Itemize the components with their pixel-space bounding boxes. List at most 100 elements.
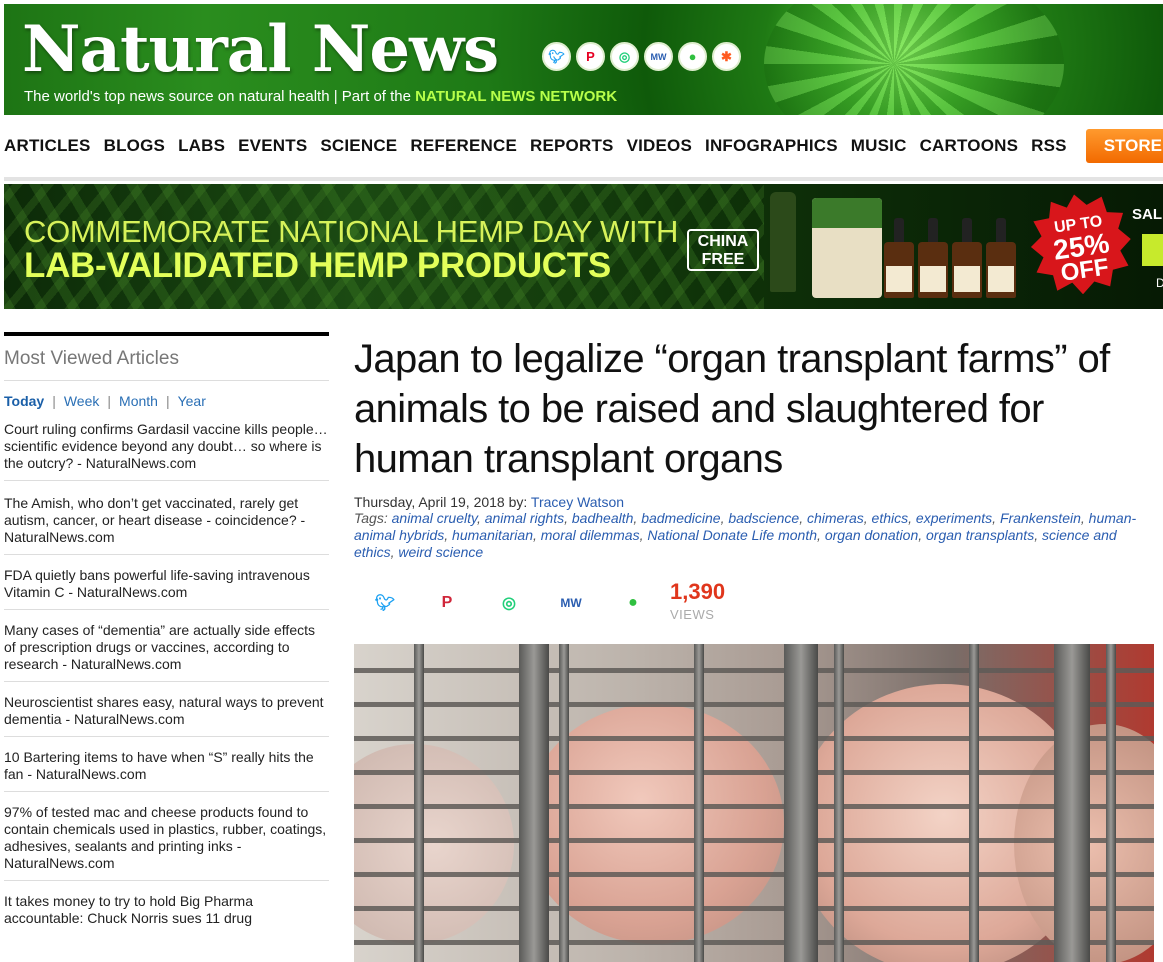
tag-separator: , <box>908 510 916 526</box>
hemp-ad-banner[interactable]: COMMEMORATE NATIONAL HEMP DAY WITH LAB-V… <box>4 184 1163 309</box>
network-link[interactable]: NATURAL NEWS NETWORK <box>415 88 617 105</box>
ad-sale-text: SAL <box>1132 206 1162 223</box>
hemp-oil-bottle-image <box>770 192 796 292</box>
most-viewed-article[interactable]: 10 Bartering items to have when “S” real… <box>4 737 329 792</box>
nav-music[interactable]: MUSIC <box>851 136 907 156</box>
article: Japan to legalize “organ transplant farm… <box>354 334 1154 623</box>
ad-product-images <box>766 192 1024 304</box>
tab-today[interactable]: Today <box>4 393 44 409</box>
header-social-icons: 🐦︎ P ◎ MW ● ✱ <box>542 42 741 71</box>
mewe-icon[interactable]: MW <box>644 42 673 71</box>
ad-d-text: D <box>1156 276 1163 290</box>
tab-separator: | <box>107 393 112 409</box>
china-free-text-2: FREE <box>701 251 745 268</box>
nav-videos[interactable]: VIDEOS <box>627 136 692 156</box>
nav-reference[interactable]: REFERENCE <box>410 136 517 156</box>
tag-separator: , <box>532 527 541 543</box>
most-viewed-article[interactable]: It takes money to try to hold Big Pharma… <box>4 881 329 935</box>
tag-separator: , <box>799 510 807 526</box>
nav-cartoons[interactable]: CARTOONS <box>920 136 1019 156</box>
most-viewed-article[interactable]: 97% of tested mac and cheese products fo… <box>4 792 329 881</box>
discount-burst-badge: UP TO 25% OFF <box>1025 188 1138 301</box>
tag-link[interactable]: experiments <box>916 510 992 526</box>
nav-events[interactable]: EVENTS <box>238 136 307 156</box>
tincture-bottle-image <box>884 218 914 298</box>
article-title: Japan to legalize “organ transplant farm… <box>354 337 1110 481</box>
tag-separator: , <box>444 527 453 543</box>
hemp-hearts-bag-image <box>812 198 882 298</box>
nav-science[interactable]: SCIENCE <box>320 136 397 156</box>
article-photo-pigs-in-cage <box>354 644 1154 962</box>
nav-articles[interactable]: ARTICLES <box>4 136 91 156</box>
tag-separator: , <box>1080 510 1089 526</box>
most-viewed-sidebar: Most Viewed Articles Today | Week | Mont… <box>4 332 329 935</box>
tag-separator: , <box>564 510 572 526</box>
views-label: VIEWS <box>670 606 715 622</box>
tab-week[interactable]: Week <box>64 393 100 409</box>
twitter-icon[interactable]: 🐦︎ <box>354 593 416 613</box>
tag-link[interactable]: badhealth <box>572 510 634 526</box>
mewe-icon[interactable]: MW <box>540 596 602 610</box>
most-viewed-article[interactable]: FDA quietly bans powerful life-saving in… <box>4 555 329 610</box>
most-viewed-article[interactable]: Many cases of “dementia” are actually si… <box>4 610 329 682</box>
store-button[interactable]: STORE <box>1085 129 1163 163</box>
main-nav: ARTICLES BLOGS LABS EVENTS SCIENCE REFER… <box>4 128 1163 164</box>
views-count: 1,390 <box>670 578 726 604</box>
gab-icon[interactable]: ◎ <box>478 593 540 613</box>
tag-link[interactable]: humanitarian <box>452 527 533 543</box>
tag-link[interactable]: animal cruelty <box>392 510 477 526</box>
article-byline: Thursday, April 19, 2018 by: Tracey Wats… <box>354 494 1154 510</box>
tab-month[interactable]: Month <box>119 393 158 409</box>
succulent-image <box>764 4 1064 115</box>
most-viewed-article[interactable]: The Amish, who don’t get vaccinated, rar… <box>4 481 329 555</box>
nav-infographics[interactable]: INFOGRAPHICS <box>705 136 838 156</box>
site-tagline: The world's top news source on natural h… <box>24 88 617 105</box>
most-viewed-article[interactable]: Court ruling confirms Gardasil vaccine k… <box>4 415 329 481</box>
tag-link[interactable]: National Donate Life month <box>647 527 817 543</box>
ad-headline-2: LAB-VALIDATED HEMP PRODUCTS <box>24 246 611 285</box>
pinterest-icon[interactable]: P <box>576 42 605 71</box>
nav-blogs[interactable]: BLOGS <box>104 136 165 156</box>
tag-link[interactable]: ethics <box>872 510 909 526</box>
tags-label: Tags: <box>354 510 392 526</box>
tag-link[interactable]: moral dilemmas <box>541 527 640 543</box>
tag-link[interactable]: Frankenstein <box>1000 510 1081 526</box>
tag-link[interactable]: badscience <box>728 510 799 526</box>
china-free-badge: CHINA FREE <box>687 229 759 271</box>
twitter-icon[interactable]: 🐦︎ <box>542 42 571 71</box>
tag-link[interactable]: organ donation <box>825 527 918 543</box>
article-tags: Tags: animal cruelty, animal rights, bad… <box>354 510 1154 561</box>
pinterest-icon[interactable]: P <box>416 594 478 612</box>
star-icon[interactable]: ✱ <box>712 42 741 71</box>
tagline-text: The world's top news source on natural h… <box>24 88 416 105</box>
gab-icon[interactable]: ◎ <box>610 42 639 71</box>
tag-separator: , <box>1034 527 1042 543</box>
site-logo[interactable]: Natural News <box>22 12 499 87</box>
tag-link[interactable]: chimeras <box>807 510 864 526</box>
china-free-text-1: CHINA <box>697 233 749 250</box>
tag-link[interactable]: weird science <box>398 544 483 560</box>
tincture-bottle-image <box>952 218 982 298</box>
share-bar: 🐦︎ P ◎ MW ● 1,390 VIEWS <box>354 580 1154 623</box>
store-label: STORE <box>1103 136 1162 155</box>
sidebar-title: Most Viewed Articles <box>4 336 329 381</box>
nav-reports[interactable]: REPORTS <box>530 136 614 156</box>
frog-icon[interactable]: ● <box>678 42 707 71</box>
tab-separator: | <box>52 393 56 409</box>
tincture-bottle-image <box>918 218 948 298</box>
tag-link[interactable]: animal rights <box>485 510 564 526</box>
tab-year[interactable]: Year <box>178 393 206 409</box>
tag-separator: , <box>863 510 872 526</box>
tag-link[interactable]: badmedicine <box>641 510 720 526</box>
tag-separator: , <box>992 510 1000 526</box>
tag-link[interactable]: organ transplants <box>926 527 1034 543</box>
author-link[interactable]: Tracey Watson <box>531 494 624 510</box>
tag-separator: , <box>817 527 825 543</box>
frog-icon[interactable]: ● <box>602 594 664 612</box>
nav-rss[interactable]: RSS <box>1031 136 1067 156</box>
article-date: Thursday, April 19, 2018 by: <box>354 494 531 510</box>
ad-headline-1: COMMEMORATE NATIONAL HEMP DAY WITH <box>24 214 679 249</box>
nav-labs[interactable]: LABS <box>178 136 225 156</box>
most-viewed-article[interactable]: Neuroscientist shares easy, natural ways… <box>4 682 329 737</box>
masthead-banner: Natural News The world's top news source… <box>4 4 1163 115</box>
